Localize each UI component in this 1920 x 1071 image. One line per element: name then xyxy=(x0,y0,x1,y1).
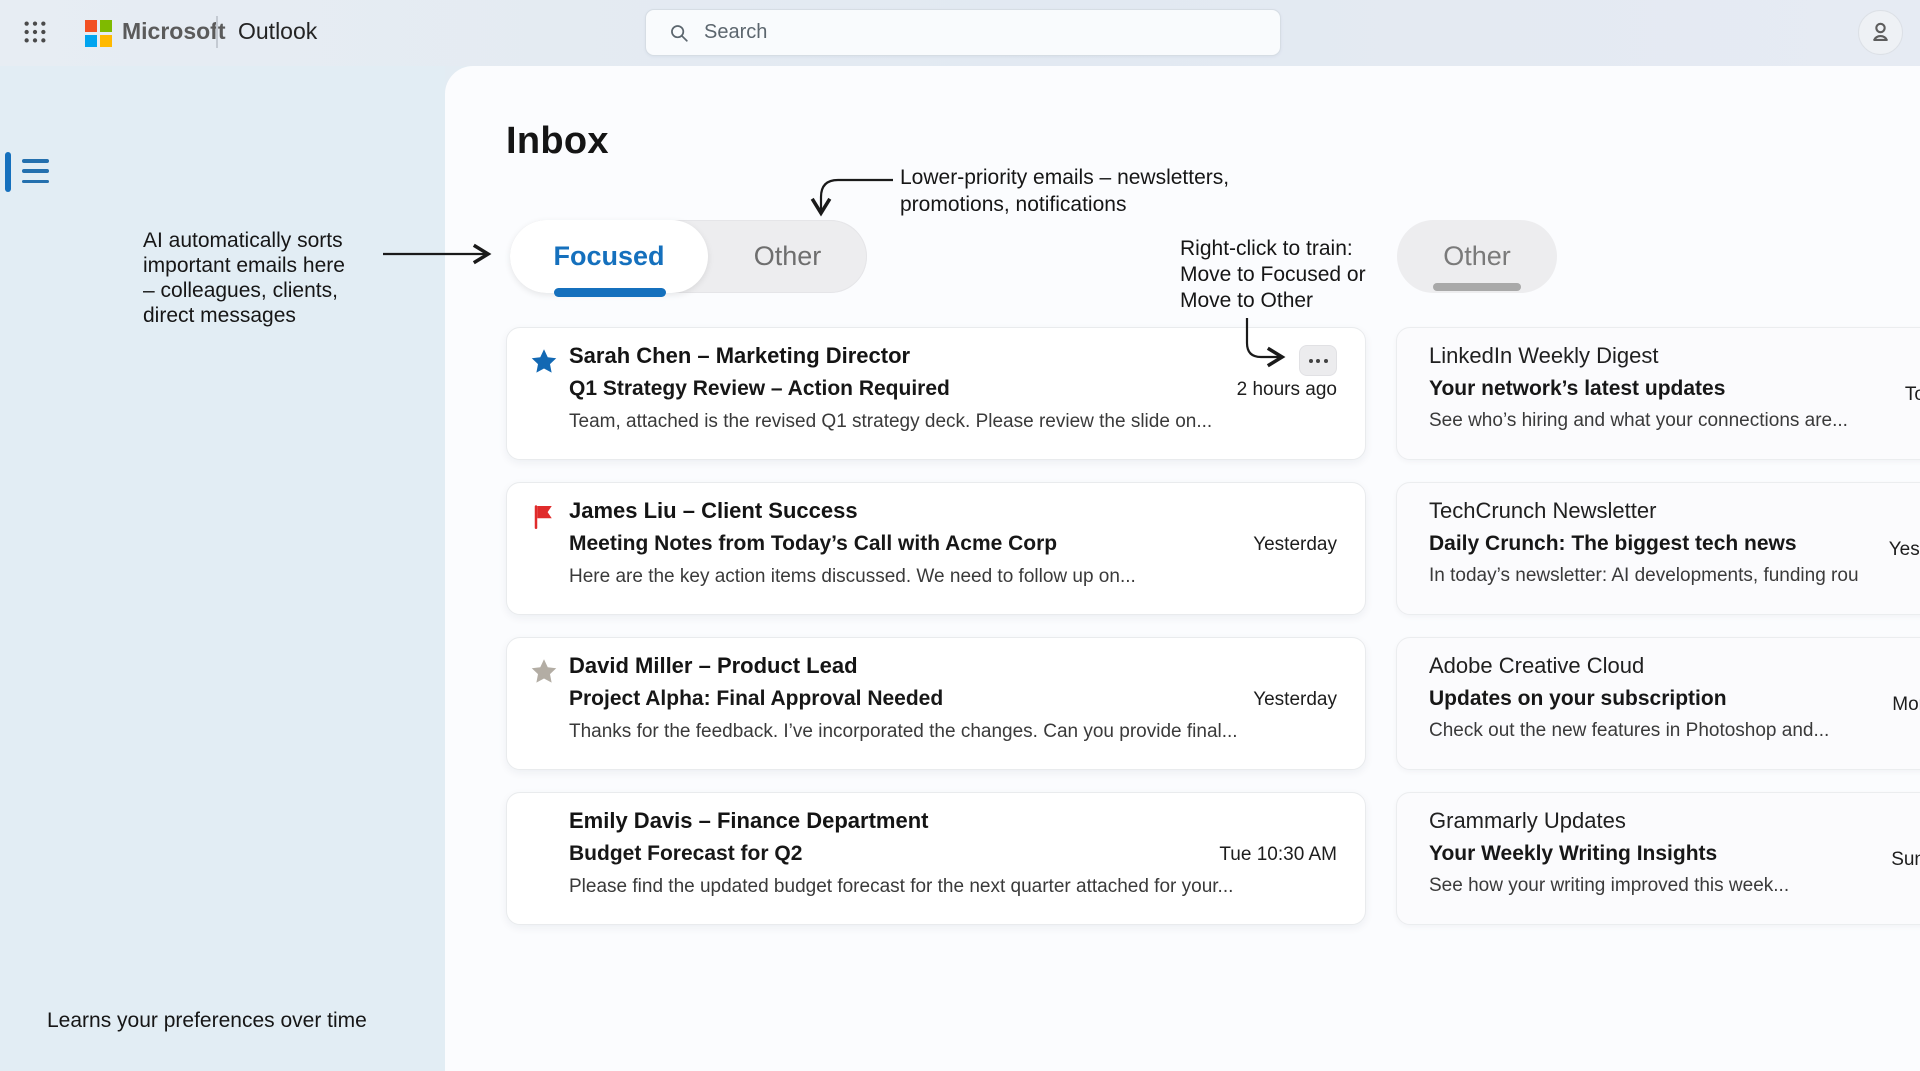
email-timestamp: Yesterday xyxy=(1253,683,1337,716)
account-button[interactable] xyxy=(1858,10,1903,55)
email-subject: Project Alpha: Final Approval Needed xyxy=(569,682,943,715)
person-icon xyxy=(1867,19,1894,46)
top-bar: Microsoft Outlook xyxy=(0,0,1920,66)
email-timestamp: Yest xyxy=(1889,539,1920,561)
hamburger-icon xyxy=(22,159,49,163)
email-preview: Here are the key action items discussed.… xyxy=(569,561,1337,592)
other-email-card[interactable]: Adobe Creative Cloud Updates on your sub… xyxy=(1396,637,1920,770)
tab-other-label: Other xyxy=(754,241,822,272)
email-timestamp: 2 hours ago xyxy=(1237,373,1337,406)
hamburger-menu-button[interactable] xyxy=(22,156,52,186)
app-title: Outlook xyxy=(238,18,317,45)
more-options-button[interactable] xyxy=(1299,345,1337,376)
app-launcher-grid-icon xyxy=(22,19,48,45)
email-sender: David Miller – Product Lead xyxy=(569,650,1337,682)
tab-other[interactable]: Other xyxy=(708,220,867,293)
email-timestamp: Mor xyxy=(1892,694,1920,716)
annotation-learns-note: Learns your preferences over time xyxy=(47,1008,367,1033)
email-preview: Thanks for the feedback. I’ve incorporat… xyxy=(569,716,1337,747)
search-input[interactable] xyxy=(704,21,1280,44)
email-subject: Your network’s latest updates xyxy=(1429,372,1725,405)
email-preview: See how your writing improved this week.… xyxy=(1429,870,1920,901)
email-preview: See who’s hiring and what your connectio… xyxy=(1429,405,1920,436)
no-icon xyxy=(529,812,561,844)
inbox-tab-group: Focused Other xyxy=(510,220,867,293)
annotation-train-note: Right-click to train: Move to Focused or… xyxy=(1180,236,1366,314)
other-email-card[interactable]: TechCrunch Newsletter Daily Crunch: The … xyxy=(1396,482,1920,615)
other-column-tab-underline xyxy=(1433,283,1521,291)
email-preview: Team, attached is the revised Q1 strateg… xyxy=(569,406,1337,437)
search-bar[interactable] xyxy=(645,9,1281,56)
email-sender: Emily Davis – Finance Department xyxy=(569,805,1337,837)
sidebar-accent-bar xyxy=(5,152,11,192)
annotation-other-note: Lower-priority emails – newsletters, pro… xyxy=(900,164,1229,218)
email-sender: LinkedIn Weekly Digest xyxy=(1429,340,1920,372)
focused-email-card[interactable]: Sarah Chen – Marketing Director Q1 Strat… xyxy=(506,327,1366,460)
star-icon xyxy=(529,347,561,379)
focused-email-card[interactable]: James Liu – Client Success Meeting Notes… xyxy=(506,482,1366,615)
search-icon xyxy=(668,22,690,44)
focused-email-card[interactable]: Emily Davis – Finance Department Budget … xyxy=(506,792,1366,925)
annotation-focused-note: AI automatically sorts important emails … xyxy=(143,228,345,328)
tab-focused[interactable]: Focused xyxy=(510,220,708,293)
header-divider xyxy=(216,16,218,48)
page-title: Inbox xyxy=(506,120,609,163)
flag-icon xyxy=(529,502,561,534)
email-timestamp: Sun xyxy=(1891,849,1920,871)
email-timestamp: Tue 10:30 AM xyxy=(1219,838,1337,871)
other-email-card[interactable]: LinkedIn Weekly Digest Your network’s la… xyxy=(1396,327,1920,460)
email-sender: Adobe Creative Cloud xyxy=(1429,650,1920,682)
email-subject: Updates on your subscription xyxy=(1429,682,1727,715)
focused-email-card[interactable]: David Miller – Product Lead Project Alph… xyxy=(506,637,1366,770)
sidebar xyxy=(0,66,445,1071)
email-subject: Budget Forecast for Q2 xyxy=(569,837,802,870)
tab-focused-label: Focused xyxy=(553,241,664,272)
email-sender: Sarah Chen – Marketing Director xyxy=(569,340,1337,372)
tab-focused-underline xyxy=(554,288,666,297)
other-column-tab[interactable]: Other xyxy=(1397,220,1557,293)
microsoft-wordmark: Microsoft xyxy=(122,18,226,45)
star-icon xyxy=(529,657,561,689)
email-subject: Your Weekly Writing Insights xyxy=(1429,837,1717,870)
other-email-card[interactable]: Grammarly Updates Your Weekly Writing In… xyxy=(1396,792,1920,925)
email-subject: Q1 Strategy Review – Action Required xyxy=(569,372,950,405)
ellipsis-icon xyxy=(1309,359,1313,363)
app-launcher-button[interactable] xyxy=(16,13,54,51)
email-subject: Daily Crunch: The biggest tech news xyxy=(1429,527,1797,560)
email-preview: In today’s newsletter: AI developments, … xyxy=(1429,560,1920,591)
email-sender: Grammarly Updates xyxy=(1429,805,1920,837)
email-sender: James Liu – Client Success xyxy=(569,495,1337,527)
email-timestamp: Yesterday xyxy=(1253,528,1337,561)
email-preview: Please find the updated budget forecast … xyxy=(569,871,1337,902)
microsoft-logo-icon xyxy=(85,20,112,47)
email-subject: Meeting Notes from Today’s Call with Acm… xyxy=(569,527,1057,560)
email-preview: Check out the new features in Photoshop … xyxy=(1429,715,1920,746)
email-timestamp: To xyxy=(1905,384,1920,406)
email-sender: TechCrunch Newsletter xyxy=(1429,495,1920,527)
